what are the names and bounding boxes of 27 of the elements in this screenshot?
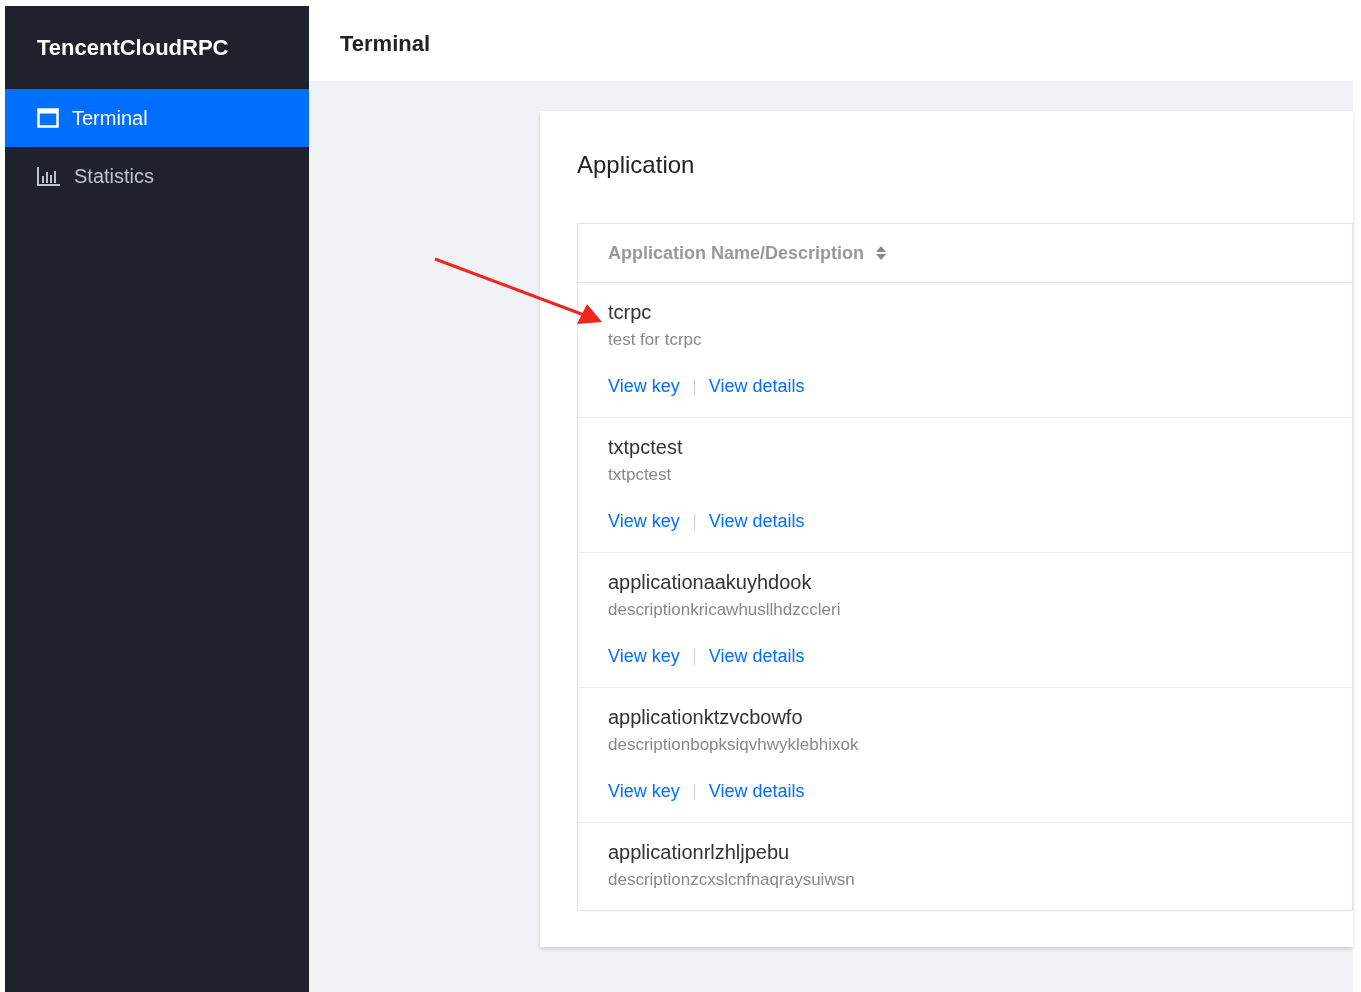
- application-description: descriptionbopksiqvhwyklebhixok: [608, 735, 860, 755]
- window-icon: [37, 108, 59, 128]
- bar-chart-icon: [37, 166, 61, 186]
- view-key-link[interactable]: View key: [608, 376, 680, 397]
- application-name: applicationaakuyhdook: [608, 571, 812, 594]
- application-name: applicationktzvcbowfo: [608, 706, 803, 729]
- sort-icon[interactable]: [876, 246, 887, 260]
- view-details-link[interactable]: View details: [708, 511, 805, 532]
- view-details-link[interactable]: View details: [708, 781, 805, 802]
- view-details-link[interactable]: View details: [708, 376, 805, 397]
- sidebar-item[interactable]: Statistics: [5, 147, 309, 205]
- view-key-link[interactable]: View key: [608, 781, 680, 802]
- application-description: descriptionzcxslcnfnaqraysuiwsn: [608, 870, 856, 890]
- application-name: txtpctest: [608, 436, 683, 459]
- card-title: Application: [577, 151, 695, 178]
- view-details-link[interactable]: View details: [708, 646, 805, 667]
- application-description: test for tcrpc: [608, 330, 703, 350]
- application-name: applicationrlzhljpebu: [608, 841, 790, 864]
- column-title: Application Name/Description: [608, 242, 865, 264]
- view-key-link[interactable]: View key: [608, 646, 680, 667]
- application-description: txtpctest: [608, 465, 673, 485]
- application-description: descriptionkricawhusllhdzccleri: [608, 600, 842, 620]
- sidebar-item[interactable]: Terminal: [5, 89, 309, 147]
- page-title: Terminal: [340, 30, 431, 57]
- application-name: tcrpc: [608, 301, 652, 324]
- view-key-link[interactable]: View key: [608, 511, 680, 532]
- app-logo: TencentCloudRPC: [37, 34, 229, 61]
